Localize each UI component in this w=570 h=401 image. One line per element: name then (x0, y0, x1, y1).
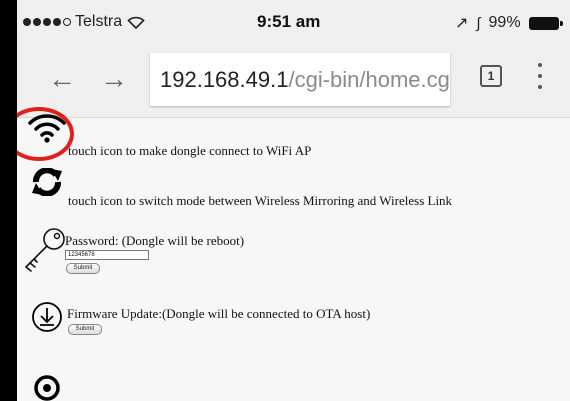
back-arrow-icon[interactable]: ← (47, 64, 77, 94)
bluetooth-icon: ∫ (476, 14, 481, 32)
wifi-instruction: touch icon to make dongle connect to WiF… (68, 143, 312, 158)
signal-strength-icon (23, 18, 71, 26)
password-submit-button[interactable]: Submit (66, 263, 100, 274)
status-right: ↗ ∫ 99% (455, 13, 563, 33)
download-icon[interactable] (31, 301, 63, 333)
url-host: 192.168.49.1 (160, 67, 289, 92)
switch-mode-instruction: touch icon to switch mode between Wirele… (68, 193, 453, 208)
settings-icon[interactable] (33, 374, 61, 401)
phone-screen: Telstra 9:51 am ↗ ∫ 99% ← → 192.168.49.1… (17, 0, 570, 401)
overflow-menu-icon[interactable] (535, 63, 545, 89)
firmware-submit-button[interactable]: Submit (68, 324, 102, 335)
location-arrow-icon: ↗ (455, 15, 469, 32)
web-page: touch icon to make dongle connect to WiF… (17, 114, 570, 401)
address-bar[interactable]: 192.168.49.1/cgi-bin/home.cg (150, 53, 450, 106)
password-input[interactable]: 12345678 (65, 250, 149, 260)
sync-icon[interactable] (31, 168, 63, 196)
battery-percent: 99% (488, 14, 521, 31)
status-bar: Telstra 9:51 am ↗ ∫ 99% (17, 0, 570, 44)
wifi-status-icon (127, 16, 145, 29)
password-label: Password: (Dongle will be reboot) (65, 233, 245, 248)
browser-toolbar: ← → 192.168.49.1/cgi-bin/home.cg 1 (17, 44, 570, 118)
forward-arrow-icon[interactable]: → (99, 64, 129, 94)
key-icon (25, 228, 65, 272)
battery-icon (528, 16, 563, 30)
url-path: /cgi-bin/home.cg (288, 67, 450, 92)
carrier-name: Telstra (75, 13, 123, 30)
carrier-indicator: Telstra (23, 13, 145, 31)
firmware-update-label: Firmware Update:(Dongle will be connecte… (67, 306, 371, 321)
clock-time: 9:51 am (257, 12, 321, 31)
tab-switcher-button[interactable]: 1 (480, 65, 502, 87)
